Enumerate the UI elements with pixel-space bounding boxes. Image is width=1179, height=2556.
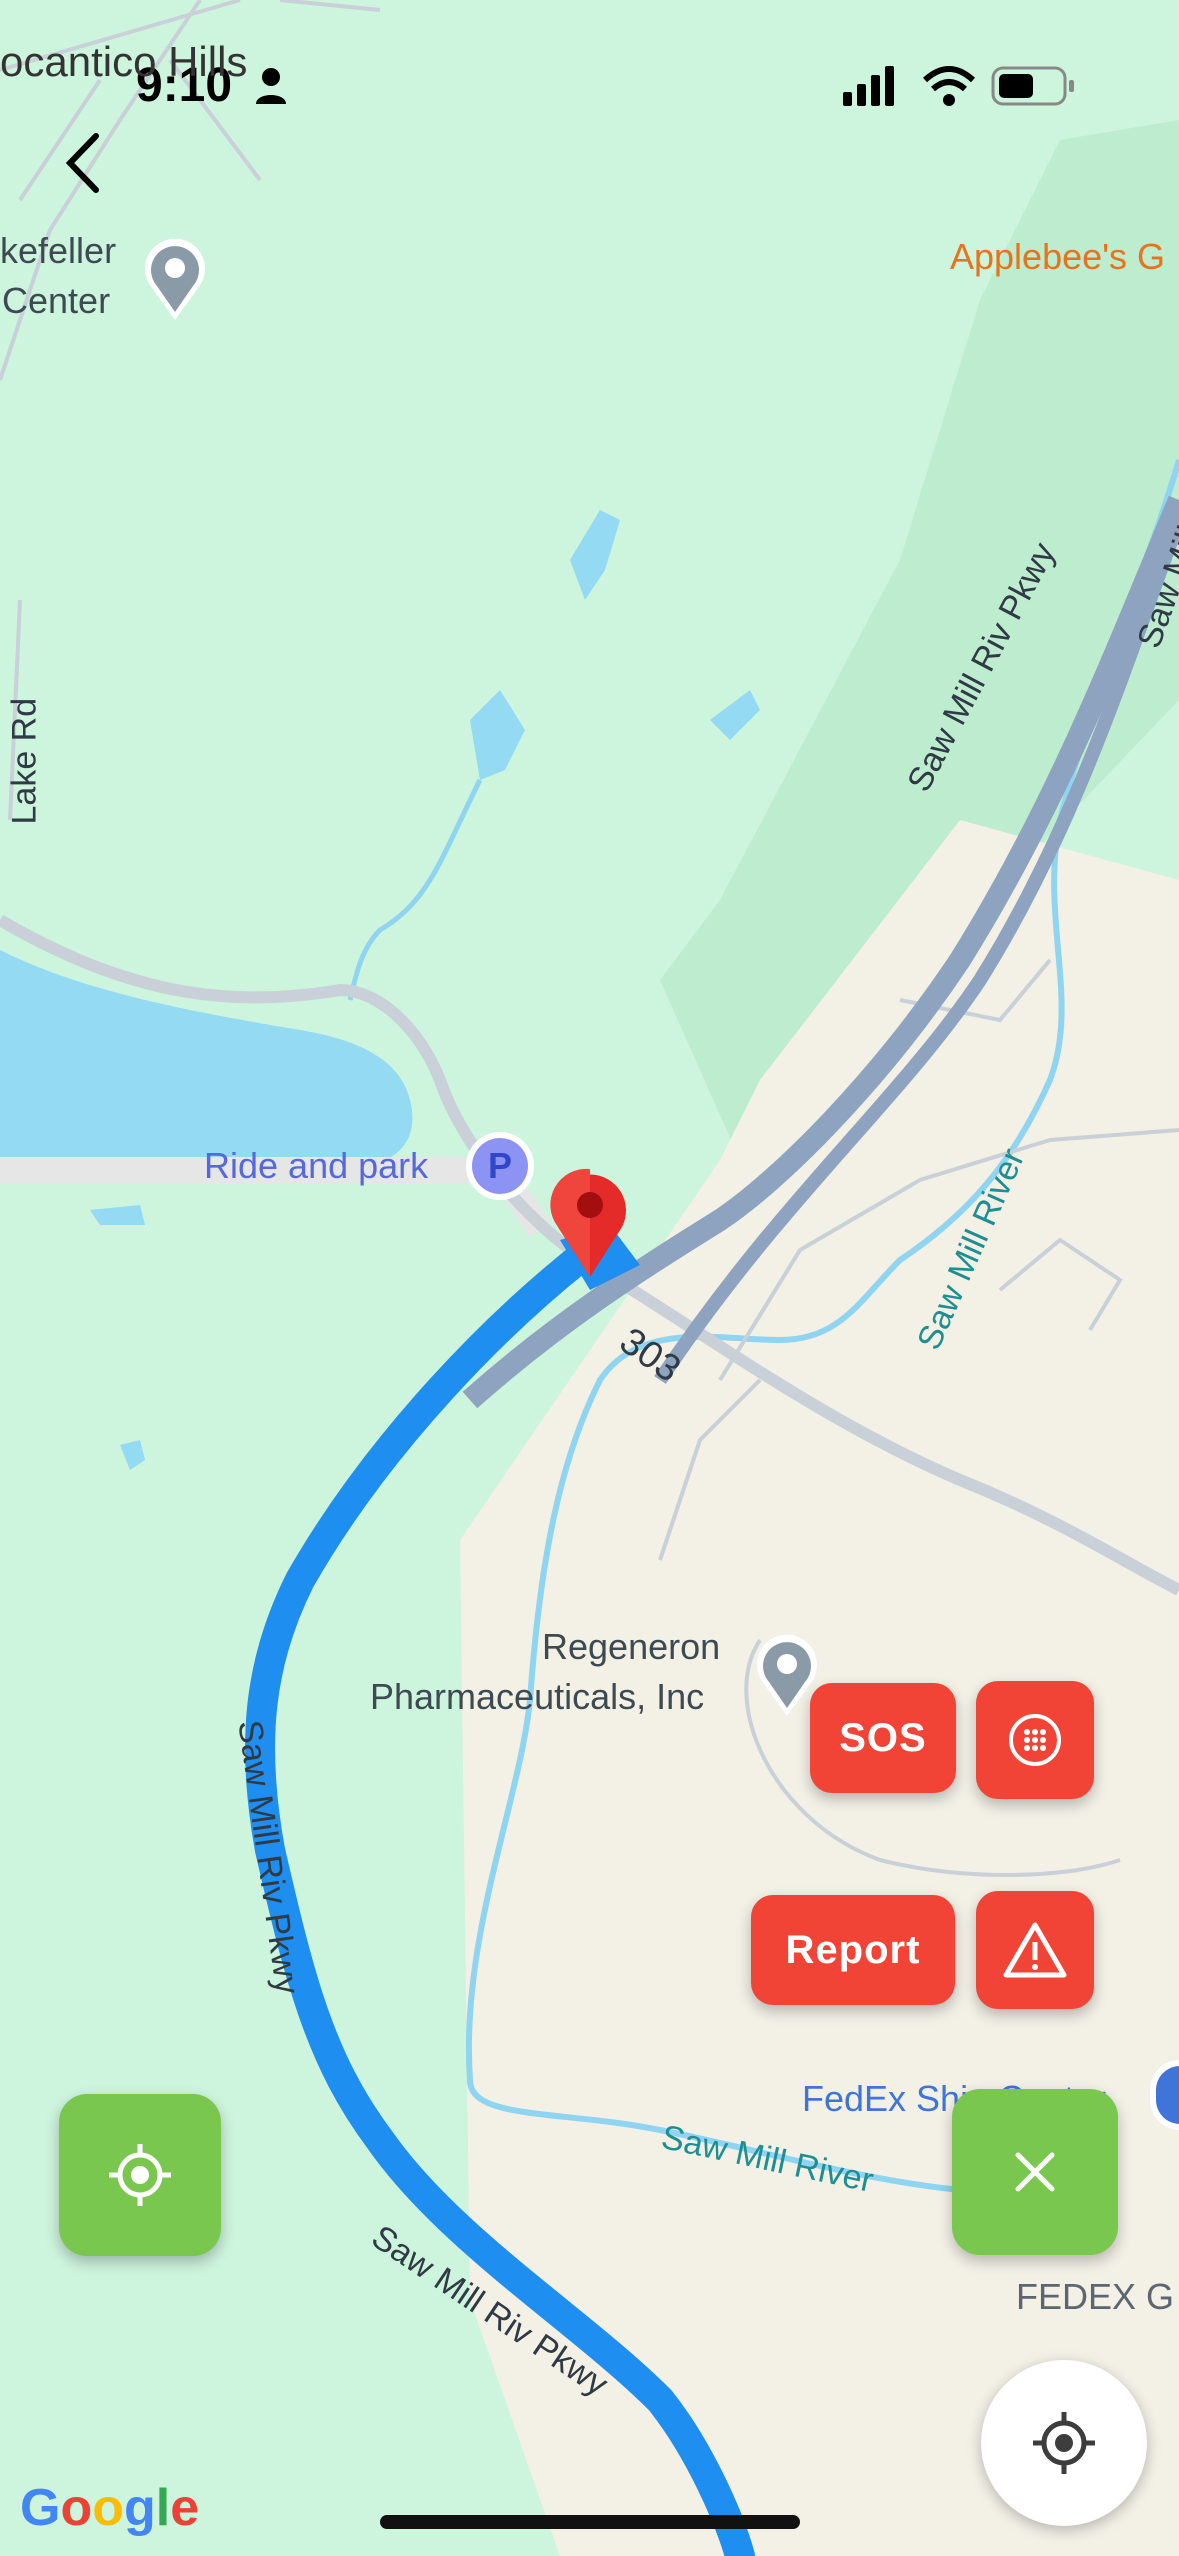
place-label-ride-and-park[interactable]: Ride and park xyxy=(204,1145,428,1187)
status-icons xyxy=(843,62,1083,117)
parking-icon[interactable]: P xyxy=(466,1132,534,1200)
battery-icon xyxy=(991,66,1074,106)
parking-badge: P xyxy=(472,1138,528,1194)
place-label-pocantico: ocantico Hills xyxy=(0,38,248,85)
poi-pin-icon[interactable] xyxy=(140,232,210,327)
locate-me-button[interactable] xyxy=(59,2094,221,2256)
home-indicator xyxy=(380,2515,800,2529)
dots-grid-icon xyxy=(1009,1714,1061,1766)
warning-triangle-icon xyxy=(1003,1922,1067,1978)
location-pin-icon[interactable] xyxy=(548,1165,632,1286)
place-label-regeneron-2: Pharmaceuticals, Inc xyxy=(370,1676,705,1717)
signal-icon xyxy=(843,66,894,106)
recenter-button[interactable] xyxy=(981,2360,1147,2526)
chevron-left-icon xyxy=(65,133,99,193)
crosshair-icon xyxy=(1033,2412,1095,2474)
report-warning-button[interactable] xyxy=(976,1891,1094,2009)
sos-grid-button[interactable] xyxy=(976,1681,1094,1799)
back-button[interactable] xyxy=(58,128,118,198)
person-icon xyxy=(254,66,288,111)
road-label-lake-rd: Lake Rd xyxy=(5,697,44,825)
place-label-rockefeller-2: Center xyxy=(2,280,111,321)
place-label-rockefeller-1: kefeller xyxy=(0,230,117,271)
google-logo: Google xyxy=(20,2479,200,2537)
wifi-icon xyxy=(922,66,976,106)
crosshair-icon xyxy=(109,2144,171,2206)
sos-button[interactable]: SOS xyxy=(810,1683,956,1793)
close-button[interactable] xyxy=(952,2089,1118,2255)
place-label-applebees[interactable]: Applebee's G xyxy=(950,236,1165,278)
report-button[interactable]: Report xyxy=(751,1895,955,2005)
place-label-fedex-g: FEDEX G xyxy=(1016,2276,1175,2317)
close-icon xyxy=(1015,2152,1055,2192)
place-label-regeneron-1: Regeneron xyxy=(542,1626,721,1667)
